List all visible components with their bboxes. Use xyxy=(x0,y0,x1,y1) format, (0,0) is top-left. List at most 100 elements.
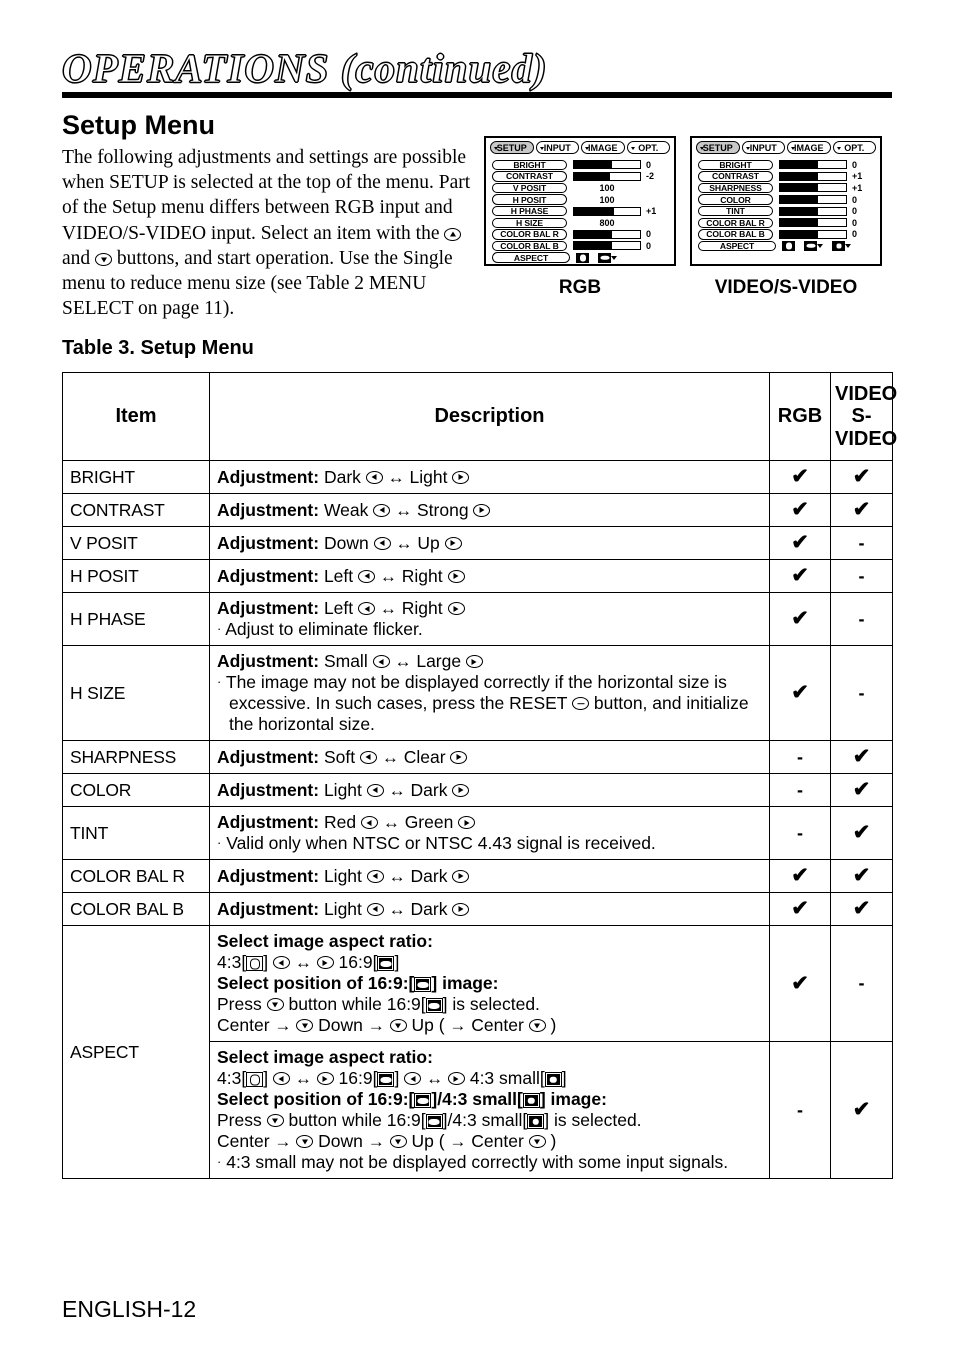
osd-level-bar[interactable] xyxy=(573,241,641,251)
osd-row-label: TINT xyxy=(698,205,773,217)
osd-aspect-icons xyxy=(782,240,851,251)
right-button-icon xyxy=(447,1072,465,1086)
osd-tab-input-video[interactable]: INPUT xyxy=(741,141,785,154)
osd-level-bar[interactable] xyxy=(573,160,641,170)
osd-level-bar[interactable] xyxy=(779,229,847,239)
osd-tab-opt-video[interactable]: OPT. xyxy=(832,141,876,154)
osd-level-bar[interactable] xyxy=(779,160,847,170)
row-video-support: ✔ xyxy=(830,1041,893,1180)
position-sequence: Center → Down → Up ( → Center ) xyxy=(217,1015,557,1036)
adjustment-left-value: Light xyxy=(323,865,362,886)
osd-tab-opt[interactable]: OPT. xyxy=(626,141,670,154)
aspect-icon-16-9 xyxy=(377,956,395,972)
osd-row[interactable]: CONTRAST +1 xyxy=(698,171,874,183)
osd-level-bar[interactable] xyxy=(779,171,847,181)
osd-row[interactable]: COLOR BAL B 0 xyxy=(698,229,874,241)
osd-tab-image-video[interactable]: IMAGE xyxy=(787,141,831,154)
osd-row[interactable]: COLOR BAL B 0 xyxy=(492,240,668,252)
col-header-video: VIDEO S-VIDEO xyxy=(830,371,897,462)
osd-row-control: 0 xyxy=(567,241,668,251)
osd-row[interactable]: COLOR 0 xyxy=(698,194,874,206)
osd-row-label: CONTRAST xyxy=(492,171,567,182)
left-button-icon xyxy=(372,655,390,669)
osd-level-bar[interactable] xyxy=(573,206,641,216)
osd-row[interactable]: TINT 0 xyxy=(698,205,874,217)
row-video-support: - xyxy=(830,645,893,742)
osd-row-control: 0 xyxy=(567,160,668,170)
osd-tab-input[interactable]: INPUT xyxy=(535,141,579,154)
adjustment-right-value: Dark xyxy=(410,779,448,800)
osd-row[interactable]: BRIGHT 0 xyxy=(492,159,668,171)
aspect-icon-r43[interactable] xyxy=(576,252,589,263)
osd-level-bar[interactable] xyxy=(779,218,847,228)
right-button-icon xyxy=(458,816,476,830)
arrow-right-icon: → xyxy=(367,1016,385,1036)
col-header-rgb: RGB xyxy=(769,371,831,462)
right-button-icon xyxy=(452,902,470,916)
osd-value: 0 xyxy=(852,194,858,205)
osd-row[interactable]: V POSIT 100 xyxy=(492,182,668,194)
osd-row[interactable]: ASPECT xyxy=(492,252,668,264)
osd-row-control: +1 xyxy=(773,183,874,193)
right-button-icon xyxy=(316,1072,334,1086)
adjustment-line: Adjustment: Weak ↔ Strong xyxy=(217,500,762,521)
osd-tab-setup-video[interactable]: SETUP xyxy=(696,141,740,154)
adjustment-line: Adjustment: Dark ↔ Light xyxy=(217,467,762,488)
table-row: H SIZE Adjustment: Small ↔ Large · The im… xyxy=(62,645,893,742)
osd-row[interactable]: H PHASE +1 xyxy=(492,205,668,217)
row-item-name: COLOR BAL R xyxy=(62,859,210,894)
adjustment-left-value: Weak xyxy=(323,499,369,520)
table-row: CONTRAST Adjustment: Weak ↔ Strong ✔ ✔ xyxy=(62,493,893,528)
osd-row-label: COLOR BAL B xyxy=(492,240,567,252)
osd-row[interactable]: H POSIT 100 xyxy=(492,194,668,206)
left-button-icon xyxy=(358,569,376,583)
osd-row-label: ASPECT xyxy=(698,240,776,252)
osd-row[interactable]: BRIGHT 0 xyxy=(698,159,874,171)
osd-level-bar[interactable] xyxy=(779,195,847,205)
adjustment-right-value: Right xyxy=(401,565,443,586)
aspect-icon-4-3-small xyxy=(522,1093,540,1109)
aspect-icon-r169[interactable] xyxy=(804,240,817,251)
osd-level-bar[interactable] xyxy=(779,183,847,193)
osd-row-label: SHARPNESS xyxy=(698,182,773,194)
aspect-icon-r169[interactable] xyxy=(598,252,611,263)
row-rgb-support: - xyxy=(769,1041,831,1180)
aspect-icon-r43[interactable] xyxy=(782,240,795,251)
table-row: H POSIT Adjustment: Left ↔ Right ✔ - xyxy=(62,559,893,594)
aspect-icon-4-3-small xyxy=(527,1114,545,1130)
osd-tab-setup[interactable]: SETUP xyxy=(490,141,534,154)
adjustment-left-value: Left xyxy=(323,565,354,586)
table-body: BRIGHT Adjustment: Dark ↔ Light ✔ ✔ CONTRAS… xyxy=(62,460,893,1180)
osd-row[interactable]: H SIZE 800 xyxy=(492,217,668,229)
aspect-icon-r43s[interactable] xyxy=(832,240,845,251)
adjustment-left-value: Left xyxy=(323,598,354,619)
aspect-press-instruction: Press button while 16:9[] is selected. xyxy=(217,994,540,1015)
osd-row[interactable]: SHARPNESS +1 xyxy=(698,182,874,194)
row-note: · 4:3 small may not be displayed correct… xyxy=(217,1152,729,1173)
osd-level-bar[interactable] xyxy=(573,229,641,239)
aspect-ratio-options: 4:3[] ↔ 16:9[] xyxy=(217,952,400,973)
osd-level-bar[interactable] xyxy=(573,171,641,181)
row-video-support: ✔ xyxy=(830,740,893,775)
row-rgb-support: - xyxy=(769,806,831,861)
col-header-item: Item xyxy=(62,371,210,462)
row-description: Adjustment: Small ↔ Large · The image ma… xyxy=(209,645,770,742)
bidirectional-arrow-icon: ↔ xyxy=(388,899,406,919)
osd-row[interactable]: COLOR BAL R 0 xyxy=(492,229,668,241)
adjustment-line: Adjustment: Small ↔ Large xyxy=(217,651,762,672)
down-button-icon xyxy=(528,1135,546,1149)
aspect-caret-icon xyxy=(817,243,823,248)
aspect-icon-4-3 xyxy=(246,1072,264,1088)
osd-tab-image[interactable]: IMAGE xyxy=(581,141,625,154)
osd-row[interactable]: CONTRAST -2 xyxy=(492,171,668,183)
table-row: SHARPNESS Adjustment: Soft ↔ Clear - ✔ xyxy=(62,740,893,775)
osd-level-bar[interactable] xyxy=(779,206,847,216)
adjustment-label: Adjustment: xyxy=(217,898,320,919)
osd-value: 0 xyxy=(646,229,652,240)
osd-row-control: 0 xyxy=(773,229,874,239)
adjustment-right-value: Right xyxy=(401,598,443,619)
adjustment-label: Adjustment: xyxy=(217,651,320,672)
osd-row[interactable]: COLOR BAL R 0 xyxy=(698,217,874,229)
osd-row[interactable]: ASPECT xyxy=(698,240,874,252)
osd-row-label: ASPECT xyxy=(492,252,570,263)
